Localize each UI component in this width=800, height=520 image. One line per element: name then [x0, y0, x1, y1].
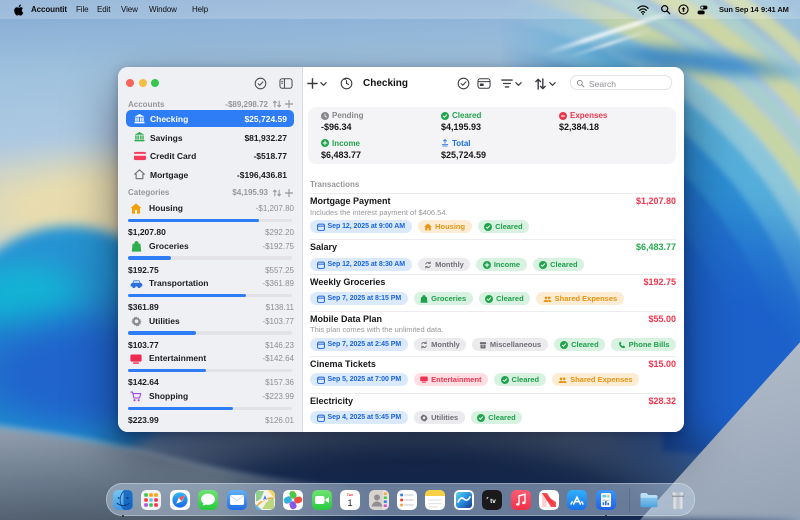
- svg-text:Tue: Tue: [347, 492, 355, 497]
- svg-text:1: 1: [348, 498, 353, 509]
- svg-text:tv: tv: [490, 498, 496, 505]
